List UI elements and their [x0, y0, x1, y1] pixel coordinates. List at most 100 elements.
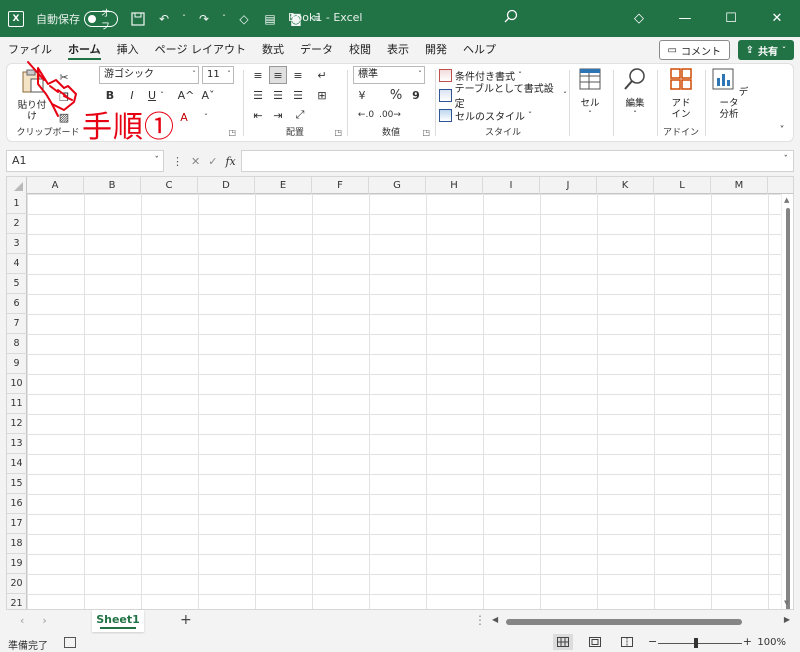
align-left-icon[interactable]: ☰ [249, 86, 267, 104]
column-header[interactable]: F [312, 177, 369, 194]
search-icon[interactable] [503, 9, 519, 28]
row-header[interactable]: 5 [7, 274, 27, 294]
align-bottom-icon[interactable]: ≡ [289, 66, 307, 84]
column-header[interactable]: B [84, 177, 141, 194]
tab-data[interactable]: データ [292, 37, 341, 63]
tab-insert[interactable]: 挿入 [109, 37, 147, 63]
column-header[interactable]: C [141, 177, 198, 194]
cell-styles-button[interactable]: セルのスタイル ˇ [439, 106, 532, 124]
tab-page-layout[interactable]: ページ レイアウト [147, 37, 254, 63]
document-icon[interactable]: ▤ [260, 9, 280, 29]
scroll-down-icon[interactable]: ▼ [784, 599, 789, 607]
orientation-icon[interactable]: ⤢ [291, 106, 309, 124]
row-header[interactable]: 6 [7, 294, 27, 314]
row-header[interactable]: 18 [7, 534, 27, 554]
row-header[interactable]: 10 [7, 374, 27, 394]
increase-decimal-icon[interactable]: ←.0 [357, 106, 375, 124]
align-center-icon[interactable]: ☰ [269, 86, 287, 104]
vertical-scroll-thumb[interactable] [786, 208, 790, 609]
collapse-ribbon-icon[interactable]: ˅ [773, 121, 791, 139]
formula-input[interactable]: ˇ [241, 150, 794, 172]
row-header[interactable]: 4 [7, 254, 27, 274]
column-header[interactable]: I [483, 177, 540, 194]
accessibility-icon[interactable] [64, 637, 76, 648]
minimize-icon[interactable]: — [662, 0, 708, 37]
select-all-button[interactable] [7, 177, 27, 194]
grow-font-button[interactable]: A^ [177, 86, 195, 104]
row-header[interactable]: 1 [7, 194, 27, 214]
row-header[interactable]: 2 [7, 214, 27, 234]
font-size-select[interactable]: 11 ˇ [202, 66, 234, 84]
row-header[interactable]: 8 [7, 334, 27, 354]
row-header[interactable]: 15 [7, 474, 27, 494]
row-header[interactable]: 17 [7, 514, 27, 534]
share-button[interactable]: ⇪ 共有 ˇ [737, 40, 794, 60]
normal-view-icon[interactable] [553, 634, 573, 650]
tab-formulas[interactable]: 数式 [254, 37, 292, 63]
wrap-text-icon[interactable]: ↵ [313, 66, 331, 84]
tab-review[interactable]: 校閲 [341, 37, 379, 63]
save-icon[interactable] [128, 9, 148, 29]
insert-function-icon[interactable]: fx [225, 155, 235, 168]
align-right-icon[interactable]: ☰ [289, 86, 307, 104]
shrink-font-button[interactable]: Aˇ [199, 86, 217, 104]
align-middle-icon[interactable]: ≡ [269, 66, 287, 84]
align-top-icon[interactable]: ≡ [249, 66, 267, 84]
column-header[interactable]: E [255, 177, 312, 194]
cell-area[interactable] [27, 194, 781, 609]
column-header[interactable]: L [654, 177, 711, 194]
comment-button[interactable]: ▭ コメント [658, 40, 730, 60]
currency-icon[interactable]: ¥ [353, 86, 371, 104]
sheet-tab-sheet1[interactable]: Sheet1 [92, 610, 144, 632]
chevron-down-icon[interactable]: ˇ [201, 108, 211, 126]
undo-icon[interactable]: ↶ [154, 9, 174, 29]
cancel-icon[interactable]: ✕ [191, 155, 200, 168]
bold-button[interactable]: B [101, 86, 119, 104]
zoom-slider[interactable]: − + [648, 635, 752, 649]
vertical-scrollbar[interactable]: ▲ ▼ [781, 194, 793, 609]
zoom-knob[interactable] [694, 638, 698, 648]
enter-icon[interactable]: ✓ [208, 155, 217, 168]
tab-help[interactable]: ヘルプ [455, 37, 504, 63]
row-header[interactable]: 19 [7, 554, 27, 574]
zoom-out-icon[interactable]: − [648, 635, 657, 648]
name-box[interactable]: A1 ˇ [6, 150, 164, 172]
column-header[interactable]: A [27, 177, 84, 194]
autosave-toggle[interactable]: オフ [84, 9, 118, 32]
increase-indent-icon[interactable]: ⇥ [269, 106, 287, 124]
row-header[interactable]: 21 [7, 594, 27, 609]
format-as-table-button[interactable]: テーブルとして書式設定 ˇ [439, 84, 567, 110]
row-header[interactable]: 20 [7, 574, 27, 594]
column-header[interactable]: M [711, 177, 768, 194]
cells-button[interactable]: セル ˇ [573, 66, 607, 120]
scroll-left-icon[interactable]: ◀ [492, 615, 498, 624]
redo-icon[interactable]: ↷ [194, 9, 214, 29]
more-options-icon[interactable]: ⋮ [474, 613, 486, 627]
close-icon[interactable]: ✕ [754, 0, 800, 37]
row-header[interactable]: 11 [7, 394, 27, 414]
undo-dropdown-icon[interactable]: ˇ [180, 9, 188, 29]
scroll-up-icon[interactable]: ▲ [784, 196, 789, 204]
tab-view[interactable]: 表示 [379, 37, 417, 63]
decrease-indent-icon[interactable]: ⇤ [249, 106, 267, 124]
font-name-select[interactable]: 游ゴシック ˇ [99, 66, 199, 84]
decrease-decimal-icon[interactable]: .00→ [379, 106, 401, 124]
addins-button[interactable]: アド イン [663, 66, 699, 120]
horizontal-scroll-thumb[interactable] [506, 619, 742, 625]
add-sheet-button[interactable]: + [180, 612, 192, 628]
underline-dropdown-icon[interactable]: ˇ [157, 86, 167, 104]
number-format-select[interactable]: 標準 ˇ [353, 66, 425, 84]
column-header[interactable]: D [198, 177, 255, 194]
column-header[interactable]: H [426, 177, 483, 194]
chevron-left-icon[interactable]: ‹ [20, 614, 24, 627]
expand-formula-bar-icon[interactable]: ˇ [784, 155, 789, 165]
row-header[interactable]: 12 [7, 414, 27, 434]
row-header[interactable]: 3 [7, 234, 27, 254]
scroll-right-icon[interactable]: ▶ [784, 615, 790, 624]
data-analysis-button[interactable]: データ 分析 [709, 66, 749, 120]
page-layout-view-icon[interactable] [585, 634, 605, 650]
row-header[interactable]: 9 [7, 354, 27, 374]
page-break-view-icon[interactable] [617, 634, 637, 650]
row-header[interactable]: 16 [7, 494, 27, 514]
italic-button[interactable]: I [123, 86, 141, 104]
